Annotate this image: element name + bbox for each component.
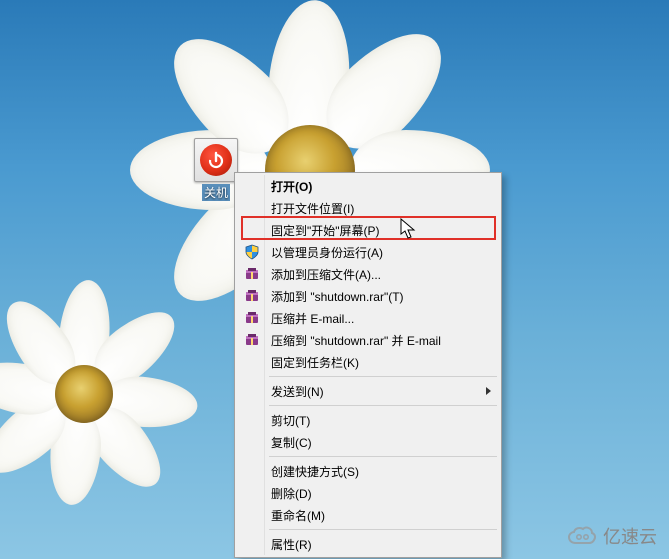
watermark: 亿速云 xyxy=(567,523,657,549)
menu-separator xyxy=(269,529,497,530)
menu-properties[interactable]: 属性(R) xyxy=(237,533,499,555)
menu-label: 添加到压缩文件(A)... xyxy=(271,266,381,283)
rar-icon xyxy=(243,309,261,327)
menu-label: 发送到(N) xyxy=(271,383,324,400)
menu-add-to-shutdown-rar[interactable]: 添加到 "shutdown.rar"(T) xyxy=(237,285,499,307)
menu-separator xyxy=(269,405,497,406)
menu-delete[interactable]: 删除(D) xyxy=(237,482,499,504)
menu-open[interactable]: 打开(O) xyxy=(237,175,499,197)
menu-label: 剪切(T) xyxy=(271,412,310,429)
menu-label: 属性(R) xyxy=(271,536,312,553)
menu-separator xyxy=(269,376,497,377)
menu-pin-to-start[interactable]: 固定到"开始"屏幕(P) xyxy=(237,219,499,241)
menu-label: 创建快捷方式(S) xyxy=(271,463,359,480)
shortcut-tile xyxy=(194,138,238,182)
menu-create-shortcut[interactable]: 创建快捷方式(S) xyxy=(237,460,499,482)
menu-compress-to-rar-email[interactable]: 压缩到 "shutdown.rar" 并 E-mail xyxy=(237,329,499,351)
menu-label: 压缩到 "shutdown.rar" 并 E-mail xyxy=(271,332,441,349)
rar-icon xyxy=(243,265,261,283)
menu-separator xyxy=(269,456,497,457)
menu-label: 添加到 "shutdown.rar"(T) xyxy=(271,288,404,305)
rar-icon xyxy=(243,287,261,305)
shortcut-caption: 关机 xyxy=(202,184,230,201)
rar-icon xyxy=(243,331,261,349)
submenu-arrow-icon xyxy=(485,385,493,399)
menu-label: 打开文件位置(I) xyxy=(271,200,354,217)
menu-copy[interactable]: 复制(C) xyxy=(237,431,499,453)
menu-cut[interactable]: 剪切(T) xyxy=(237,409,499,431)
menu-run-as-admin[interactable]: 以管理员身份运行(A) xyxy=(237,241,499,263)
menu-add-to-archive[interactable]: 添加到压缩文件(A)... xyxy=(237,263,499,285)
shield-icon xyxy=(243,243,261,261)
menu-label: 删除(D) xyxy=(271,485,312,502)
cloud-icon xyxy=(567,525,597,547)
menu-compress-email[interactable]: 压缩并 E-mail... xyxy=(237,307,499,329)
context-menu: 打开(O) 打开文件位置(I) 固定到"开始"屏幕(P) 以管理员身份运行(A)… xyxy=(234,172,502,558)
menu-rename[interactable]: 重命名(M) xyxy=(237,504,499,526)
menu-label: 固定到任务栏(K) xyxy=(271,354,359,371)
menu-send-to[interactable]: 发送到(N) xyxy=(237,380,499,402)
menu-label: 压缩并 E-mail... xyxy=(271,310,354,327)
menu-label: 以管理员身份运行(A) xyxy=(271,244,383,261)
menu-label: 打开(O) xyxy=(271,178,312,195)
menu-open-file-location[interactable]: 打开文件位置(I) xyxy=(237,197,499,219)
watermark-text: 亿速云 xyxy=(603,523,657,549)
menu-label: 固定到"开始"屏幕(P) xyxy=(271,222,380,239)
menu-pin-to-taskbar[interactable]: 固定到任务栏(K) xyxy=(237,351,499,373)
power-icon xyxy=(200,144,232,176)
wallpaper-flower-small xyxy=(0,280,190,500)
menu-label: 复制(C) xyxy=(271,434,312,451)
menu-label: 重命名(M) xyxy=(271,507,325,524)
